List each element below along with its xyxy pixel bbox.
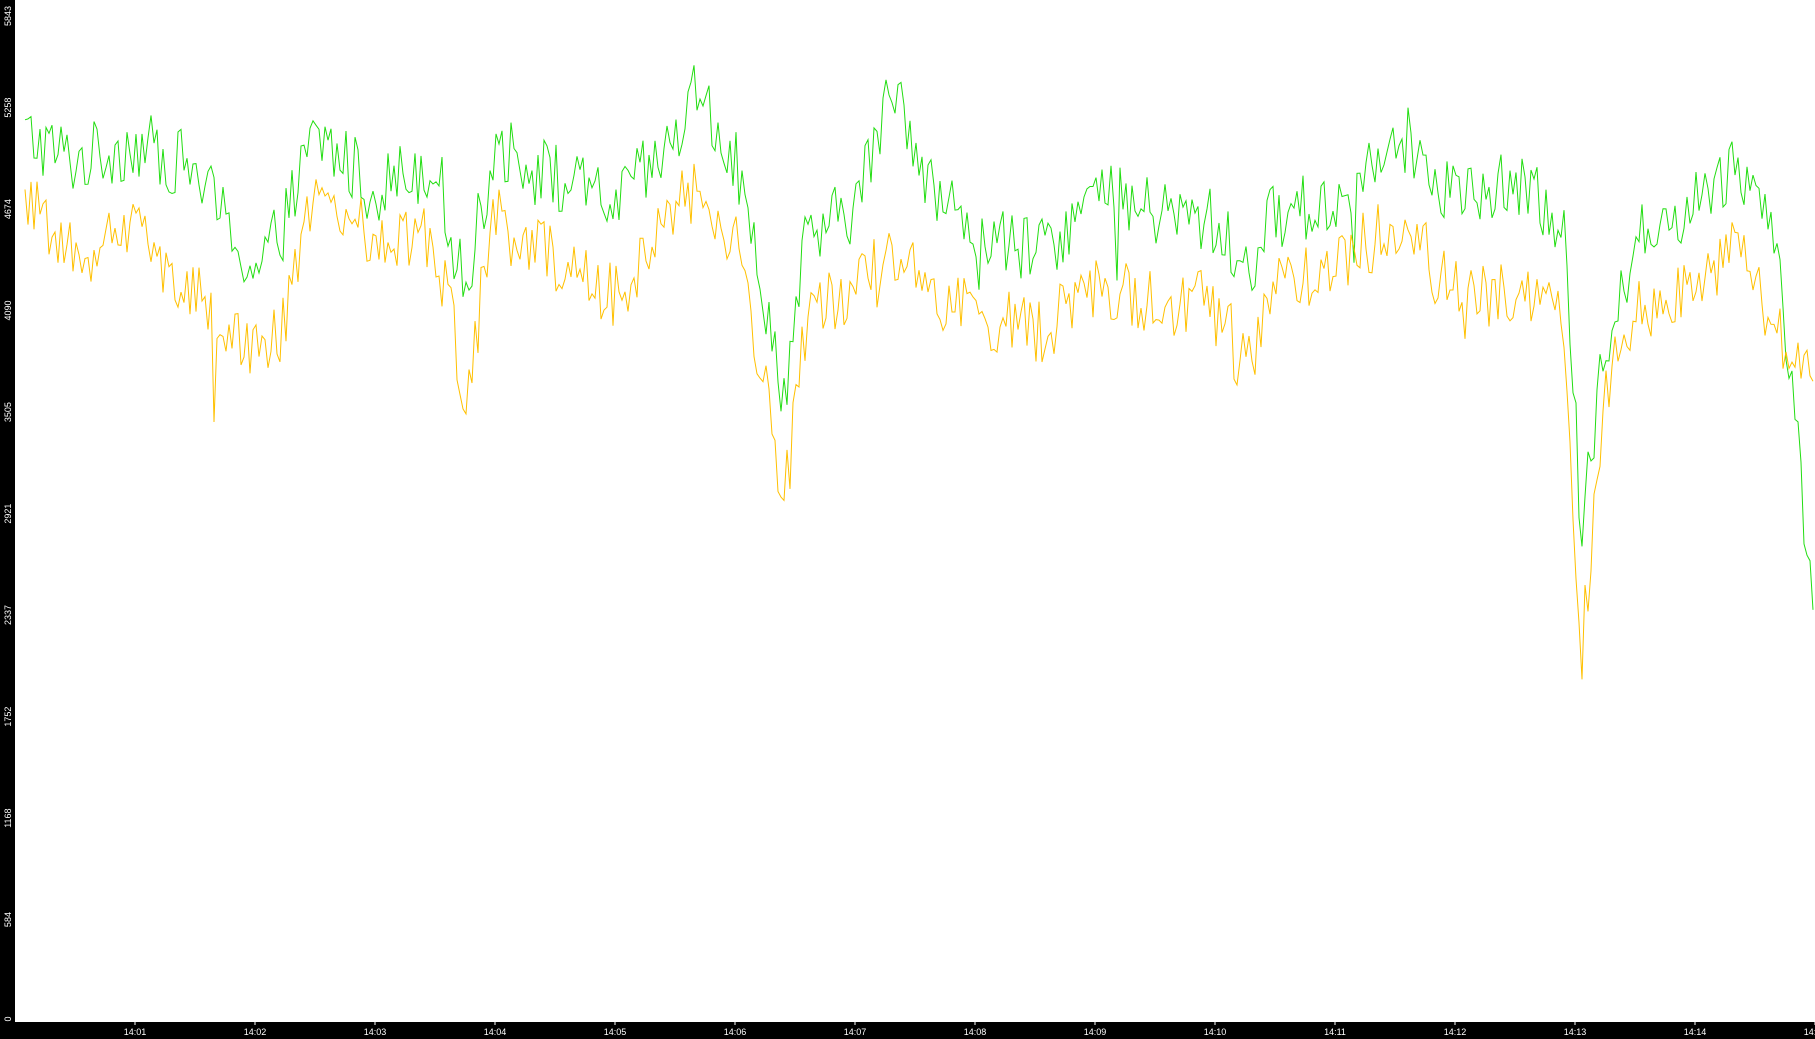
- y-tick-label: 0: [3, 1016, 13, 1021]
- series-line: [24, 65, 1814, 610]
- x-tick-label: 14:14: [1684, 1027, 1707, 1037]
- y-tick-label: 5843: [3, 6, 13, 26]
- y-tick-label: 4674: [3, 199, 13, 219]
- y-tick-label: 3505: [3, 402, 13, 422]
- y-tick-label: 1168: [3, 808, 13, 827]
- x-tick-label: 14:06: [724, 1027, 747, 1037]
- x-tick-label: 14:10: [1204, 1027, 1227, 1037]
- x-tick-label: 14:04: [484, 1027, 507, 1037]
- x-tick-label: 14:09: [1084, 1027, 1107, 1037]
- y-tick-label: 584: [3, 912, 13, 927]
- line-chart: 14:01 14:02 14:03 14:04 14:05 14:06 14:07 14:08…: [3, 6, 1815, 1037]
- x-tick-label: 14:07: [844, 1027, 867, 1037]
- y-tick-label: 2921: [3, 504, 13, 524]
- x-tick-label: 14:03: [364, 1027, 387, 1037]
- x-tick-label: 14:08: [964, 1027, 987, 1037]
- y-tick-label: 1752: [3, 707, 13, 727]
- x-tick-label: 14:01: [124, 1027, 147, 1037]
- y-tick-label: 4090: [3, 301, 13, 321]
- x-tick-label: 14:02: [244, 1027, 267, 1037]
- series-line: [24, 163, 1814, 680]
- x-tick-label: 14:13: [1564, 1027, 1587, 1037]
- y-tick-label: 5258: [3, 98, 13, 118]
- x-tick-label: 14:11: [1324, 1027, 1346, 1037]
- x-tick-label: 14:15: [1804, 1027, 1815, 1037]
- chart-page: 14:01 14:02 14:03 14:04 14:05 14:06 14:07 14:08…: [0, 0, 1815, 1039]
- x-tick-label: 14:12: [1444, 1027, 1467, 1037]
- x-tick-label: 14:05: [604, 1027, 627, 1037]
- y-tick-label: 2337: [3, 605, 13, 625]
